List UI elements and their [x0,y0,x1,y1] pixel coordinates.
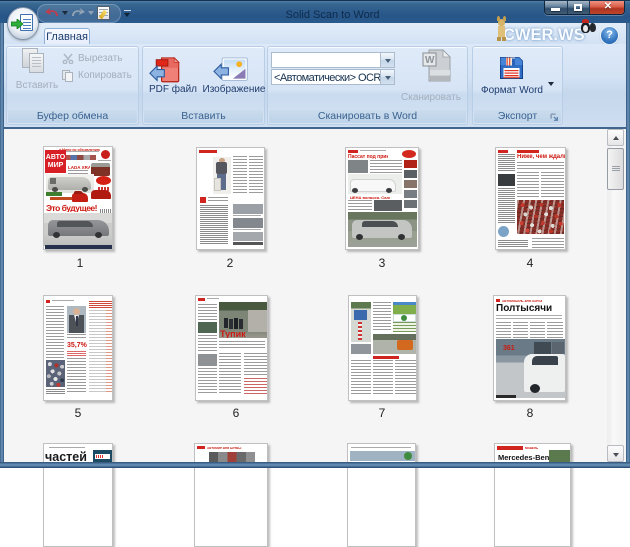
svg-text:W: W [425,55,435,66]
